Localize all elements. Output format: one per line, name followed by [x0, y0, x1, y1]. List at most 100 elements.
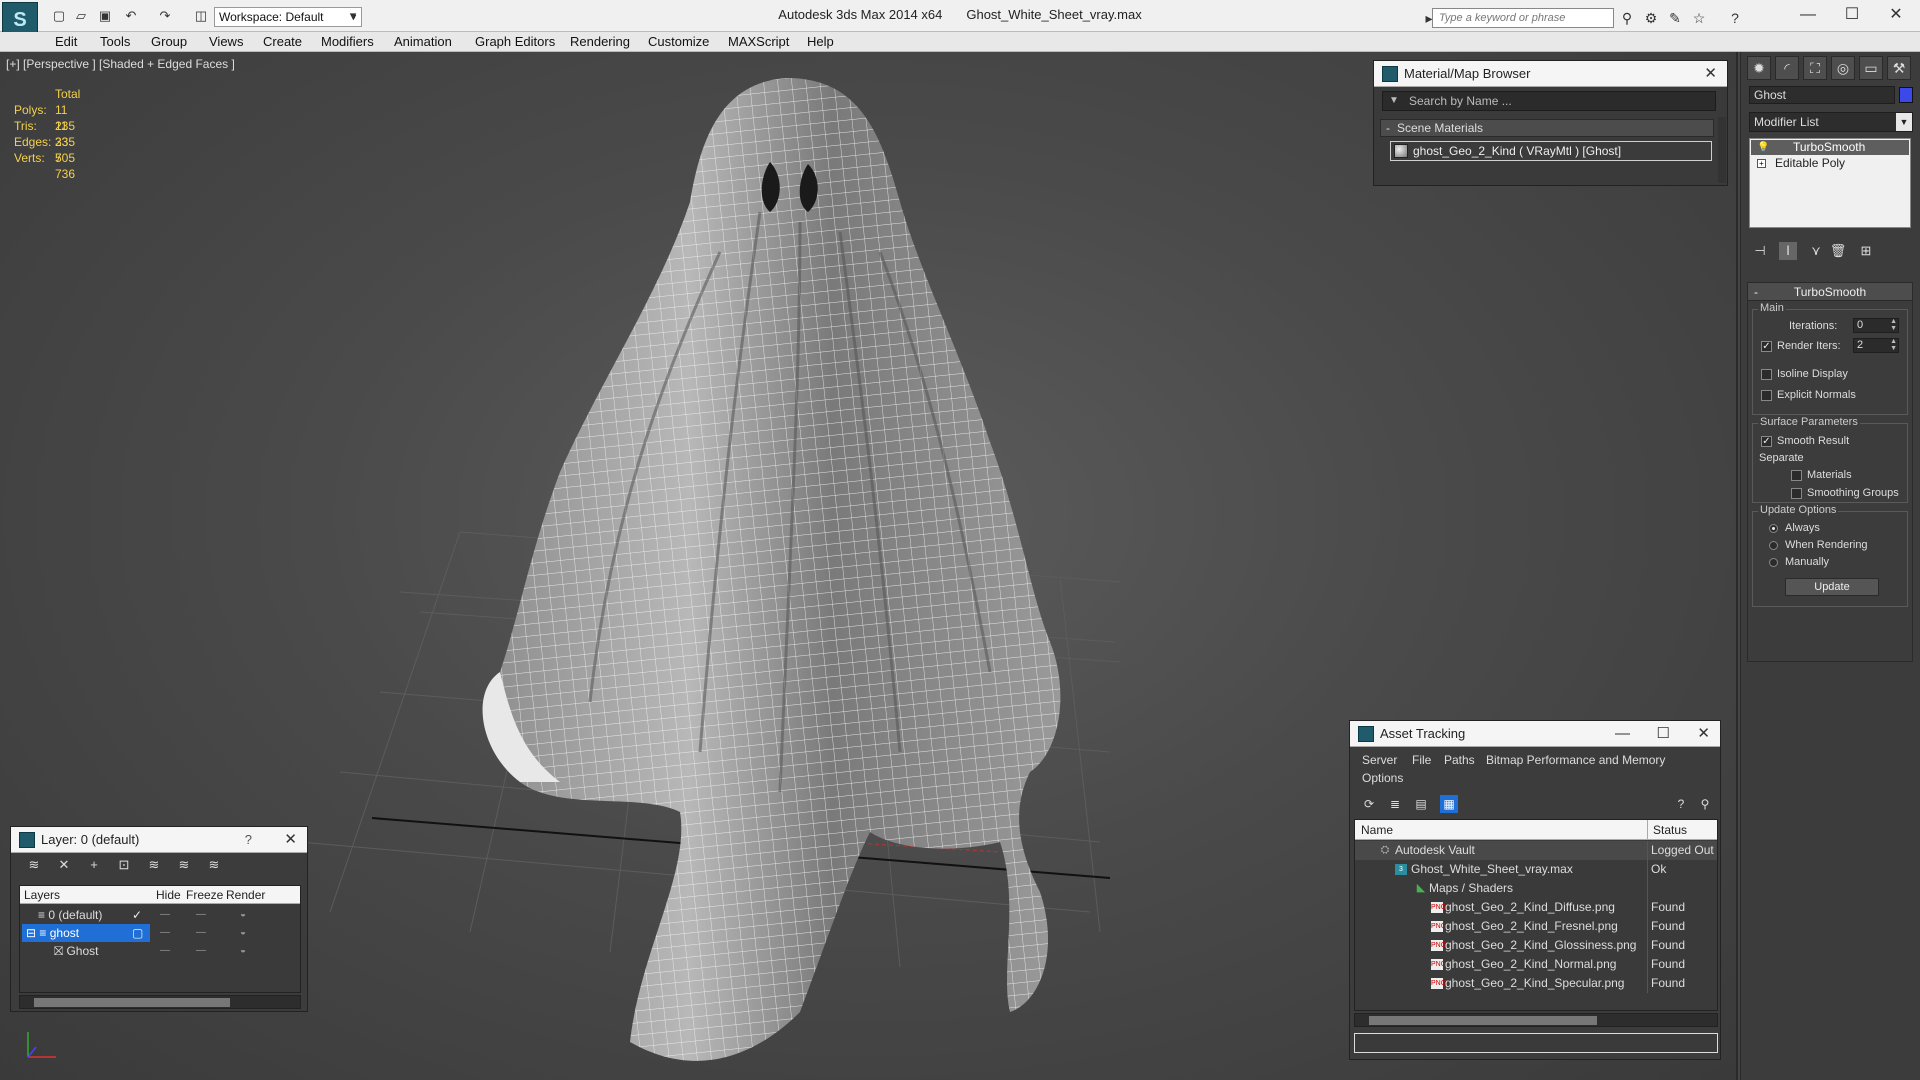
menu-customize[interactable]: Customize — [648, 34, 709, 49]
stack-item-editable-poly[interactable]: + Editable Poly — [1751, 156, 1909, 171]
menu-tools[interactable]: Tools — [100, 34, 130, 49]
menu-help[interactable]: Help — [807, 34, 834, 49]
lightbulb-icon[interactable]: 💡 — [1757, 140, 1769, 155]
hide-toggle[interactable]: — — [160, 942, 170, 960]
display-tab-icon[interactable]: ▭ — [1859, 56, 1883, 80]
column-header[interactable]: Freeze — [186, 886, 223, 904]
communication-icon[interactable]: ✎ — [1666, 9, 1684, 27]
keyword-search-input[interactable]: Type a keyword or phrase — [1432, 8, 1614, 28]
update-when-rendering-radio[interactable] — [1769, 541, 1778, 550]
asset-row[interactable]: PNG ghost_Geo_2_Kind_Specular.png Found — [1355, 974, 1717, 993]
motion-tab-icon[interactable]: ◎ — [1831, 56, 1855, 80]
menu-file[interactable]: File — [1412, 753, 1431, 767]
close-icon[interactable]: ✕ — [1704, 61, 1717, 87]
menu-server[interactable]: Server — [1362, 753, 1397, 767]
current-layer-box-icon[interactable]: ▢ — [132, 924, 143, 942]
scrollbar-thumb[interactable] — [1369, 1016, 1597, 1025]
layer-stack-icon[interactable]: ≋ — [25, 857, 43, 873]
select-objects-icon[interactable]: ≋ — [145, 857, 163, 873]
minimize-button[interactable]: — — [1786, 0, 1830, 30]
render-teapot-icon[interactable]: ◒ — [240, 942, 246, 960]
maximize-icon[interactable]: ☐ — [1657, 721, 1670, 747]
modifier-list-dropdown[interactable]: Modifier List ▼ — [1749, 112, 1913, 132]
menu-options[interactable]: Options — [1362, 771, 1403, 785]
list-view-icon[interactable]: ≣ — [1386, 795, 1404, 813]
asset-row[interactable]: PNG ghost_Geo_2_Kind_Normal.png Found — [1355, 955, 1717, 974]
close-icon[interactable]: ✕ — [284, 827, 297, 853]
scene-materials-header[interactable]: - Scene Materials — [1380, 119, 1714, 137]
column-header[interactable]: Status — [1653, 820, 1687, 840]
material-search-input[interactable]: ▼ Search by Name ... — [1382, 91, 1716, 111]
create-tab-icon[interactable]: ✹ — [1747, 56, 1771, 80]
spinner-arrows-icon[interactable]: ▲ ▼ — [1890, 318, 1897, 332]
quick-access-dropdown[interactable]: ▾ — [344, 8, 362, 24]
menu-rendering[interactable]: Rendering — [570, 34, 630, 49]
menu-maxscript[interactable]: MAXScript — [728, 34, 789, 49]
layer-row[interactable]: ⛝ Ghost — — ◒ — [20, 942, 300, 960]
help-icon[interactable]: ? — [1726, 9, 1744, 27]
open-file-icon[interactable]: ▱ — [72, 8, 90, 24]
modify-tab-icon[interactable]: ◜ — [1775, 56, 1799, 80]
menu-paths[interactable]: Paths — [1444, 753, 1475, 767]
dropdown-arrow-icon[interactable]: ▼ — [1389, 92, 1399, 110]
render-teapot-icon[interactable]: ◒ — [240, 906, 246, 924]
redo-icon[interactable]: ↷ — [156, 8, 174, 24]
asset-row[interactable]: PNG ghost_Geo_2_Kind_Fresnel.png Found — [1355, 917, 1717, 936]
asset-row[interactable]: ◣ Maps / Shaders — [1355, 879, 1717, 898]
remove-modifier-icon[interactable]: 🗑 — [1829, 242, 1847, 260]
column-header[interactable]: Render — [226, 886, 265, 904]
layer-row[interactable]: ≡ 0 (default) ✓ — — ◒ — [20, 906, 300, 924]
configure-sets-icon[interactable]: ⊞ — [1857, 242, 1875, 260]
column-header[interactable]: Hide — [156, 886, 181, 904]
menu-views[interactable]: Views — [209, 34, 243, 49]
utilities-tab-icon[interactable]: ⚒ — [1887, 56, 1911, 80]
material-browser-titlebar[interactable]: Material/Map Browser ✕ — [1374, 61, 1727, 87]
asset-row[interactable]: PNG ghost_Geo_2_Kind_Glossiness.png Foun… — [1355, 936, 1717, 955]
asset-row[interactable]: ⛭ Autodesk Vault Logged Out — [1355, 841, 1717, 860]
binoculars-icon[interactable]: ⚲ — [1618, 9, 1636, 27]
new-file-icon[interactable]: ▢ — [50, 8, 68, 24]
favorites-star-icon[interactable]: ☆ — [1690, 9, 1708, 27]
menu-graph-editors[interactable]: Graph Editors — [475, 34, 555, 49]
close-button[interactable]: ✕ — [1874, 0, 1918, 30]
delete-layer-icon[interactable]: ✕ — [55, 857, 73, 873]
material-item[interactable]: ghost_Geo_2_Kind ( VRayMtl ) [Ghost] — [1390, 141, 1712, 161]
freeze-toggle[interactable]: — — [196, 906, 206, 924]
maximize-button[interactable]: ☐ — [1830, 0, 1874, 30]
undo-icon[interactable]: ↶ — [122, 8, 140, 24]
freeze-toggle[interactable]: — — [196, 942, 206, 960]
highlight-layer-icon[interactable]: ≋ — [175, 857, 193, 873]
menu-bitmap-performance[interactable]: Bitmap Performance and Memory — [1486, 753, 1665, 767]
update-manually-radio[interactable] — [1769, 558, 1778, 567]
viewport-label[interactable]: [+] [Perspective ] [Shaded + Edged Faces… — [6, 57, 235, 71]
asset-row[interactable]: 3 Ghost_White_Sheet_vray.max Ok — [1355, 860, 1717, 879]
column-divider[interactable] — [1647, 820, 1648, 840]
menu-create[interactable]: Create — [263, 34, 302, 49]
update-button[interactable]: Update — [1785, 578, 1879, 596]
separate-smoothing-groups-checkbox[interactable] — [1791, 488, 1802, 499]
separate-materials-checkbox[interactable] — [1791, 470, 1802, 481]
column-header[interactable]: Layers — [24, 886, 60, 904]
expand-icon[interactable]: + — [1757, 159, 1766, 168]
add-to-layer-icon[interactable]: ⊡ — [115, 857, 133, 873]
hide-toggle[interactable]: — — [160, 906, 170, 924]
explicit-normals-checkbox[interactable] — [1761, 390, 1772, 401]
hide-toggle[interactable]: — — [160, 924, 170, 942]
menu-group[interactable]: Group — [151, 34, 187, 49]
material-scrollbar[interactable] — [1718, 117, 1726, 183]
show-end-result-icon[interactable]: Ⅰ — [1779, 242, 1797, 260]
menu-edit[interactable]: Edit — [55, 34, 77, 49]
menu-modifiers[interactable]: Modifiers — [321, 34, 374, 49]
asset-tracking-titlebar[interactable]: Asset Tracking — ☐ ✕ — [1350, 721, 1720, 747]
layer-row[interactable]: ⊟ ≡ ghost ▢ — — ◒ — [20, 924, 300, 942]
smooth-result-checkbox[interactable]: ✓ — [1761, 436, 1772, 447]
save-file-icon[interactable]: ▣ — [96, 8, 114, 24]
asset-horizontal-scrollbar[interactable] — [1354, 1013, 1718, 1027]
layer-panel-titlebar[interactable]: Layer: 0 (default) ? ✕ — [11, 827, 307, 853]
turbosmooth-rollout-header[interactable]: - TurboSmooth — [1748, 283, 1912, 301]
update-always-radio[interactable] — [1769, 524, 1778, 533]
iterations-spinner[interactable]: 0 ▲ ▼ — [1853, 318, 1899, 333]
asset-row[interactable]: PNG ghost_Geo_2_Kind_Diffuse.png Found — [1355, 898, 1717, 917]
project-folder-icon[interactable]: ◫ — [192, 8, 210, 24]
thumbnail-view-icon[interactable]: ▤ — [1412, 795, 1430, 813]
